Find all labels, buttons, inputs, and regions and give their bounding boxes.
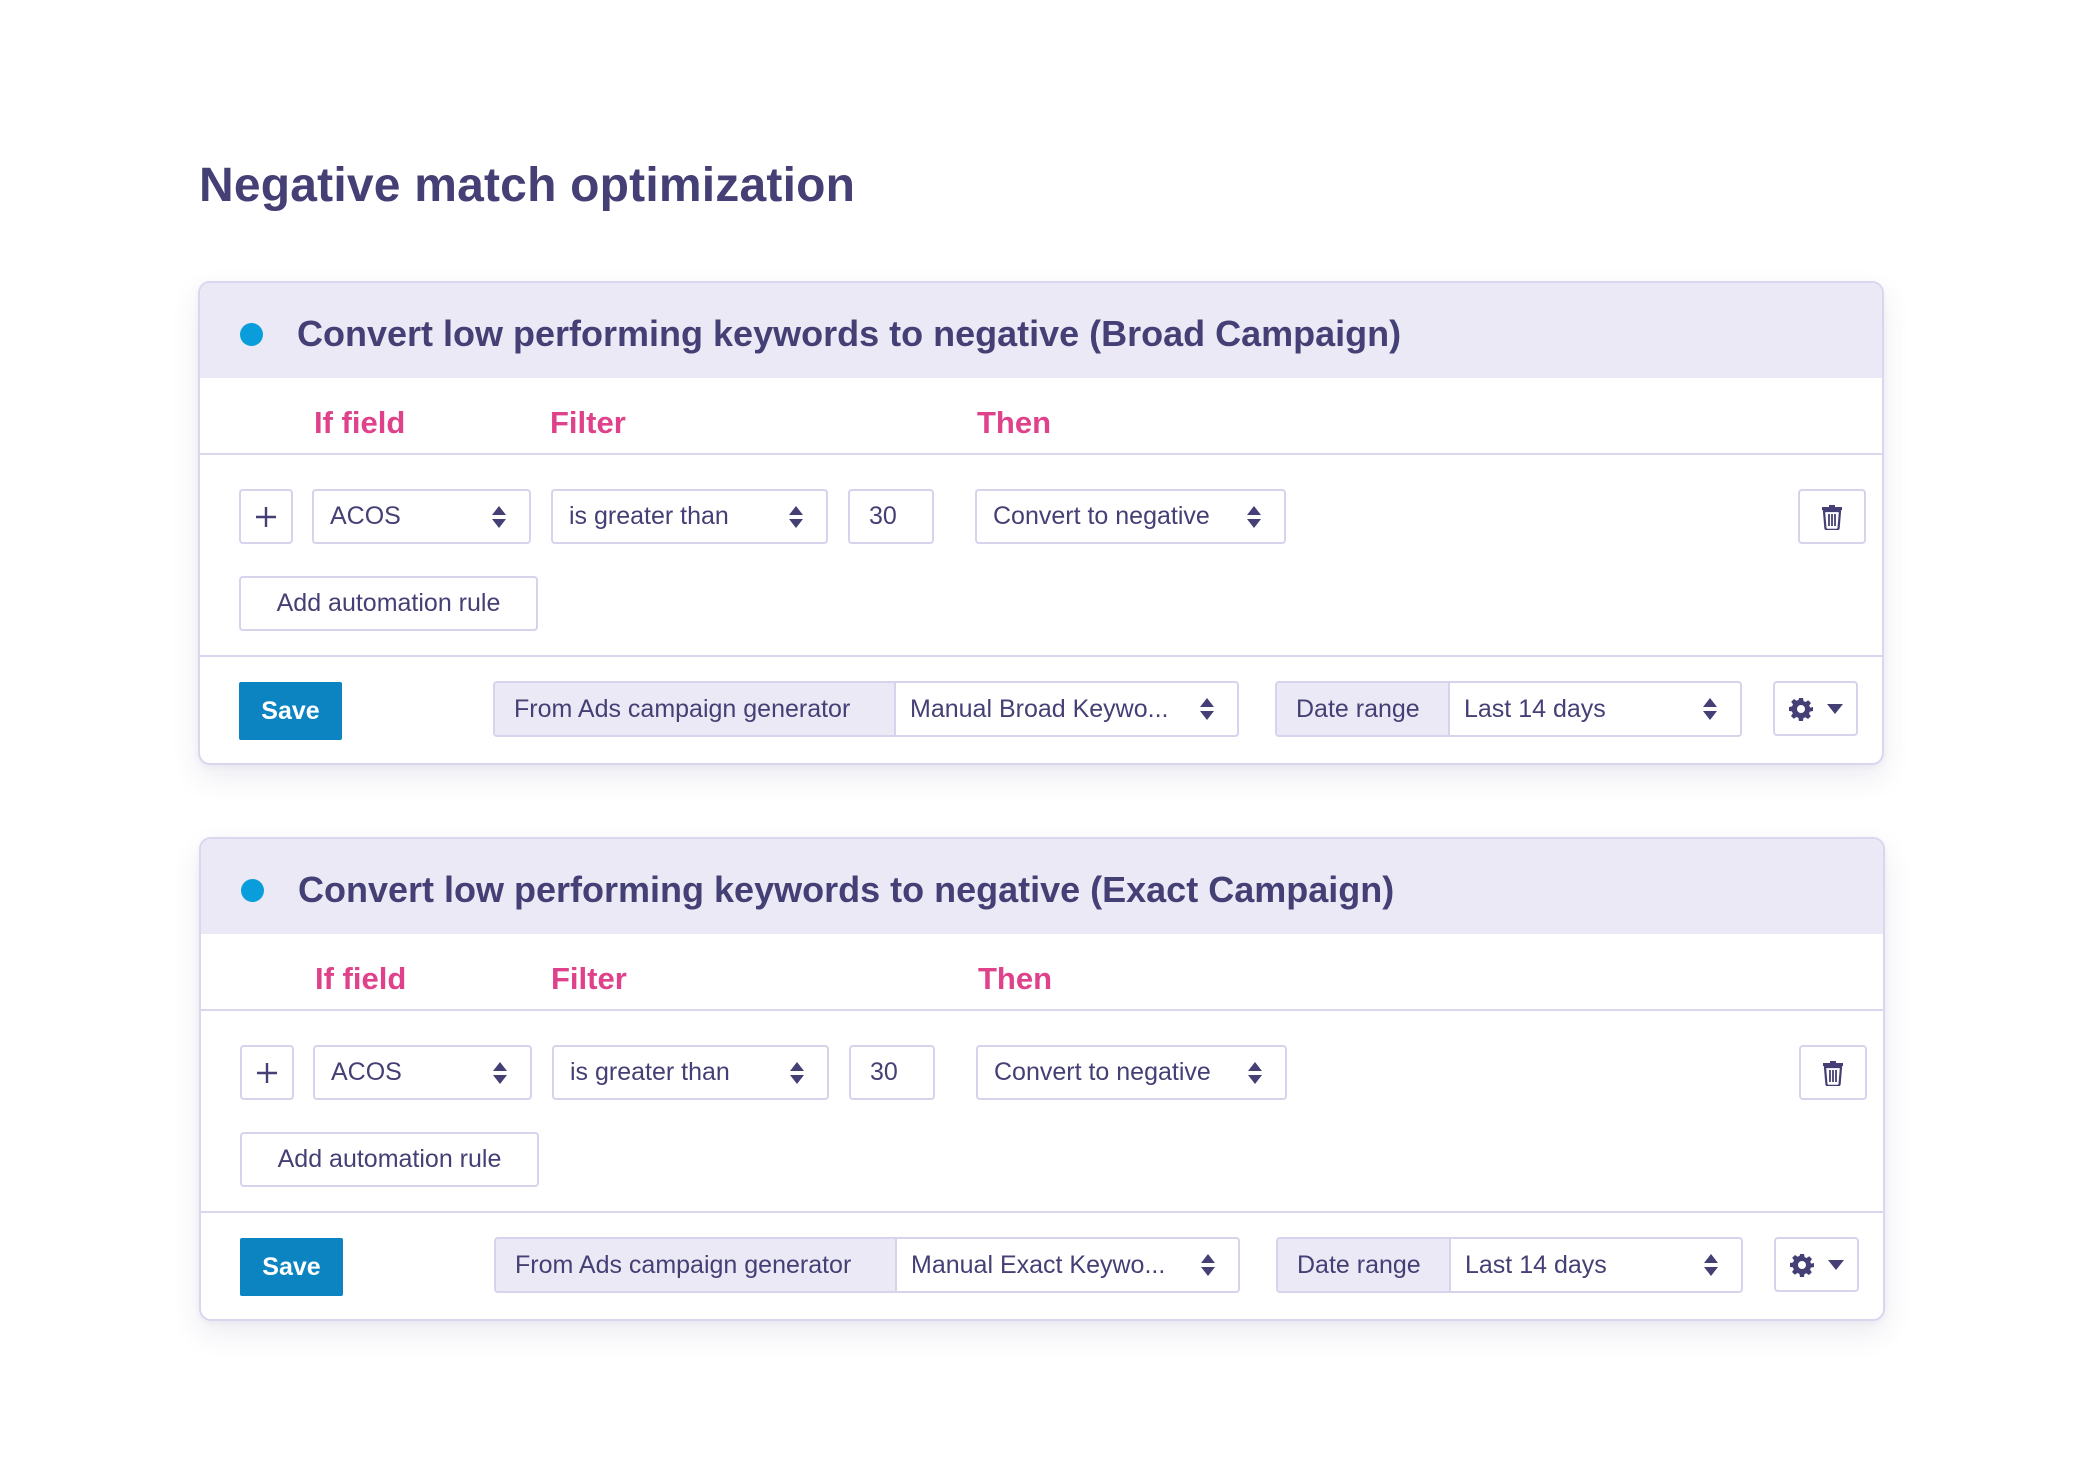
column-label-if-field: If field bbox=[315, 961, 407, 996]
date-range-value: Last 14 days bbox=[1464, 694, 1606, 723]
up-down-arrows-icon bbox=[493, 1061, 507, 1084]
filter-select[interactable]: is greater than bbox=[551, 489, 828, 544]
campaign-source-select[interactable]: Manual Exact Keywo... bbox=[897, 1239, 1238, 1291]
column-label-then: Then bbox=[978, 961, 1053, 996]
card-title: Convert low performing keywords to negat… bbox=[298, 869, 1395, 910]
campaign-source-label: From Ads campaign generator bbox=[495, 683, 896, 735]
threshold-input[interactable]: 30 bbox=[849, 1045, 935, 1100]
date-range-value: Last 14 days bbox=[1465, 1250, 1607, 1279]
column-headers: If field Filter Then bbox=[201, 934, 1883, 1011]
column-label-filter: Filter bbox=[550, 405, 626, 440]
column-label-filter: Filter bbox=[551, 961, 627, 996]
threshold-input[interactable]: 30 bbox=[848, 489, 934, 544]
up-down-arrows-icon bbox=[1200, 698, 1214, 720]
campaign-source-select[interactable]: Manual Broad Keywo... bbox=[896, 683, 1237, 735]
settings-dropdown-button[interactable] bbox=[1774, 1237, 1859, 1292]
date-range-select[interactable]: Last 14 days bbox=[1451, 1239, 1741, 1291]
campaign-source-label: From Ads campaign generator bbox=[496, 1239, 897, 1291]
caret-down-icon bbox=[1826, 703, 1843, 714]
up-down-arrows-icon bbox=[492, 505, 506, 528]
trash-icon bbox=[1822, 504, 1842, 530]
date-range-label: Date range bbox=[1278, 1239, 1451, 1291]
date-range-group: Date range Last 14 days bbox=[1276, 1237, 1743, 1293]
campaign-source-value: Manual Broad Keywo... bbox=[910, 694, 1169, 723]
if-field-select[interactable]: ACOS bbox=[312, 489, 531, 544]
date-range-group: Date range Last 14 days bbox=[1275, 681, 1742, 737]
add-automation-rule-button[interactable]: Add automation rule bbox=[239, 576, 538, 631]
plus-icon bbox=[257, 1062, 277, 1083]
page-title: Negative match optimization bbox=[199, 159, 856, 212]
up-down-arrows-icon bbox=[790, 1061, 804, 1084]
save-button[interactable]: Save bbox=[240, 1238, 343, 1296]
up-down-arrows-icon bbox=[1704, 1254, 1718, 1276]
settings-dropdown-button[interactable] bbox=[1773, 681, 1858, 736]
delete-rule-button[interactable] bbox=[1798, 489, 1866, 544]
then-action-value: Convert to negative bbox=[994, 1058, 1211, 1086]
card-header: Convert low performing keywords to negat… bbox=[201, 839, 1883, 934]
save-button[interactable]: Save bbox=[239, 682, 342, 740]
add-condition-button[interactable] bbox=[239, 489, 293, 544]
gear-icon bbox=[1788, 697, 1813, 721]
then-action-select[interactable]: Convert to negative bbox=[975, 489, 1286, 544]
status-dot-icon bbox=[240, 323, 263, 346]
then-action-value: Convert to negative bbox=[993, 502, 1210, 530]
up-down-arrows-icon bbox=[789, 505, 803, 528]
plus-icon bbox=[256, 506, 276, 527]
campaign-source-value: Manual Exact Keywo... bbox=[911, 1250, 1166, 1279]
card-title: Convert low performing keywords to negat… bbox=[297, 313, 1402, 354]
then-action-select[interactable]: Convert to negative bbox=[976, 1045, 1287, 1100]
card-header: Convert low performing keywords to negat… bbox=[200, 283, 1882, 378]
column-label-if-field: If field bbox=[314, 405, 406, 440]
delete-rule-button[interactable] bbox=[1799, 1045, 1867, 1100]
gear-icon bbox=[1789, 1253, 1814, 1277]
filter-value: is greater than bbox=[570, 1058, 730, 1086]
date-range-select[interactable]: Last 14 days bbox=[1450, 683, 1740, 735]
footer-divider bbox=[200, 655, 1882, 657]
campaign-source-group: From Ads campaign generator Manual Exact… bbox=[494, 1237, 1240, 1293]
date-range-label: Date range bbox=[1277, 683, 1450, 735]
caret-down-icon bbox=[1827, 1259, 1844, 1270]
automation-card-exact: Convert low performing keywords to negat… bbox=[199, 837, 1885, 1321]
campaign-source-group: From Ads campaign generator Manual Broad… bbox=[493, 681, 1239, 737]
status-dot-icon bbox=[241, 879, 264, 902]
trash-icon bbox=[1823, 1060, 1843, 1086]
if-field-select[interactable]: ACOS bbox=[313, 1045, 532, 1100]
add-condition-button[interactable] bbox=[240, 1045, 294, 1100]
if-field-value: ACOS bbox=[331, 1058, 402, 1086]
up-down-arrows-icon bbox=[1703, 698, 1717, 720]
up-down-arrows-icon bbox=[1248, 1061, 1262, 1084]
up-down-arrows-icon bbox=[1247, 505, 1261, 528]
if-field-value: ACOS bbox=[330, 502, 401, 530]
up-down-arrows-icon bbox=[1201, 1254, 1215, 1276]
column-headers: If field Filter Then bbox=[200, 378, 1882, 455]
filter-value: is greater than bbox=[569, 502, 729, 530]
automation-card-broad: Convert low performing keywords to negat… bbox=[198, 281, 1884, 765]
filter-select[interactable]: is greater than bbox=[552, 1045, 829, 1100]
column-label-then: Then bbox=[977, 405, 1052, 440]
footer-divider bbox=[201, 1211, 1883, 1213]
add-automation-rule-button[interactable]: Add automation rule bbox=[240, 1132, 539, 1187]
